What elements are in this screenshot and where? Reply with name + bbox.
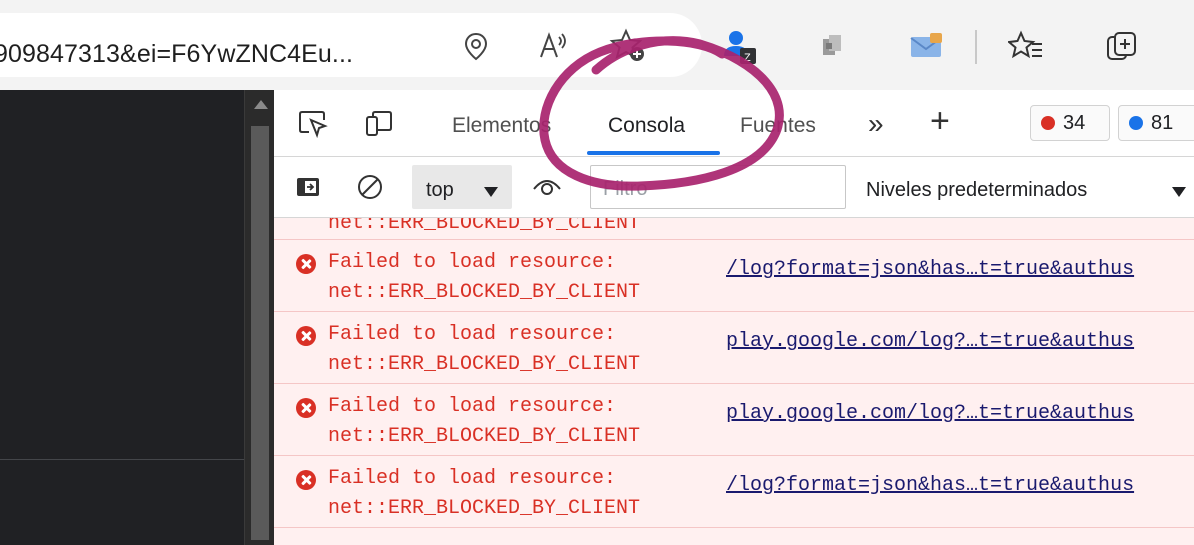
console-message: Failed to load resource: net::ERR_BLOCKE… [274, 384, 1194, 456]
source-link[interactable]: /log?format=json&has…t=true&authus [726, 474, 1134, 497]
devtools-tab-bar: Elementos Consola Fuentes » + 34 81 [274, 90, 1194, 157]
error-count: 34 [1063, 111, 1086, 134]
error-icon [296, 398, 316, 418]
message-count-badge[interactable]: 81 [1118, 105, 1194, 141]
source-link[interactable]: play.google.com/log?…t=true&authus [726, 402, 1134, 425]
sidebar-toggle-icon[interactable] [294, 173, 322, 201]
extension-profile-icon[interactable]: Z [720, 26, 760, 66]
address-text[interactable]: 0909847313&ei=F6YwZNC4Eu... [0, 40, 353, 69]
message-text: Failed to load resource: [328, 251, 617, 274]
message-text: net::ERR_BLOCKED_BY_CLIENT [328, 218, 641, 235]
filter-input[interactable]: Filtro [590, 165, 846, 209]
error-icon [296, 326, 316, 346]
chevron-down-icon[interactable] [1172, 187, 1186, 197]
log-levels-dropdown[interactable]: Niveles predeterminados [866, 179, 1087, 202]
add-favorite-icon[interactable] [608, 26, 648, 66]
console-message: Failed to load resource: net::ERR_BLOCKE… [274, 240, 1194, 312]
filter-placeholder: Filtro [603, 178, 648, 200]
tab-fuentes[interactable]: Fuentes [740, 114, 816, 138]
favorites-icon[interactable] [1006, 26, 1046, 66]
source-link[interactable]: play.google.com/log?…t=true&authus [726, 330, 1134, 353]
location-pin-icon[interactable] [456, 26, 496, 66]
page-content-area [0, 90, 244, 545]
extension-mail-icon[interactable] [906, 26, 946, 66]
error-icon [296, 470, 316, 490]
console-messages: net::ERR_BLOCKED_BY_CLIENT Failed to loa… [274, 218, 1194, 545]
page-divider [0, 459, 244, 460]
more-tabs-icon[interactable]: » [868, 108, 884, 140]
console-message: Failed to load resource: net::ERR_BLOCKE… [274, 456, 1194, 528]
error-count-badge[interactable]: 34 [1030, 105, 1110, 141]
message-text: net::ERR_BLOCKED_BY_CLIENT [328, 425, 641, 448]
scroll-thumb[interactable] [251, 126, 269, 540]
console-toolbar: top Filtro Niveles predeterminados [274, 157, 1194, 218]
tab-elementos[interactable]: Elementos [452, 114, 551, 138]
active-tab-indicator [587, 151, 720, 155]
browser-toolbar: 0909847313&ei=F6YwZNC4Eu... Z [0, 0, 1194, 90]
console-message: Failed to load resource: net::ERR_BLOCKE… [274, 312, 1194, 384]
error-icon [1041, 116, 1055, 130]
clear-console-icon[interactable] [354, 171, 386, 203]
message-icon [1129, 116, 1143, 130]
source-link[interactable]: /log?format=json&has…t=true&authus [726, 258, 1134, 281]
error-icon [296, 254, 316, 274]
message-text: Failed to load resource: [328, 395, 617, 418]
collections-icon[interactable] [1102, 26, 1142, 66]
svg-text:Z: Z [744, 52, 751, 64]
read-aloud-icon[interactable] [534, 26, 574, 66]
tab-consola[interactable]: Consola [608, 114, 685, 138]
message-count: 81 [1151, 111, 1174, 134]
device-toolbar-icon[interactable] [362, 107, 396, 141]
address-bar[interactable]: 0909847313&ei=F6YwZNC4Eu... [0, 13, 702, 77]
message-text: net::ERR_BLOCKED_BY_CLIENT [328, 353, 641, 376]
message-text: net::ERR_BLOCKED_BY_CLIENT [328, 497, 641, 520]
message-text: Failed to load resource: [328, 467, 617, 490]
add-tab-icon[interactable]: + [930, 102, 950, 141]
chevron-down-icon[interactable] [484, 187, 498, 197]
console-message-partial: net::ERR_BLOCKED_BY_CLIENT [274, 218, 1194, 240]
toolbar-separator [975, 30, 977, 64]
message-text: Failed to load resource: [328, 323, 617, 346]
message-text: net::ERR_BLOCKED_BY_CLIENT [328, 281, 641, 304]
page-scrollbar[interactable] [244, 90, 275, 545]
context-selector-value[interactable]: top [426, 179, 454, 202]
live-expression-eye-icon[interactable] [530, 171, 564, 203]
devtools-panel: Elementos Consola Fuentes » + 34 81 top … [274, 90, 1194, 545]
scroll-up-arrow-icon[interactable] [254, 100, 268, 109]
extension-icon[interactable] [812, 26, 852, 66]
inspect-element-icon[interactable] [296, 107, 330, 141]
